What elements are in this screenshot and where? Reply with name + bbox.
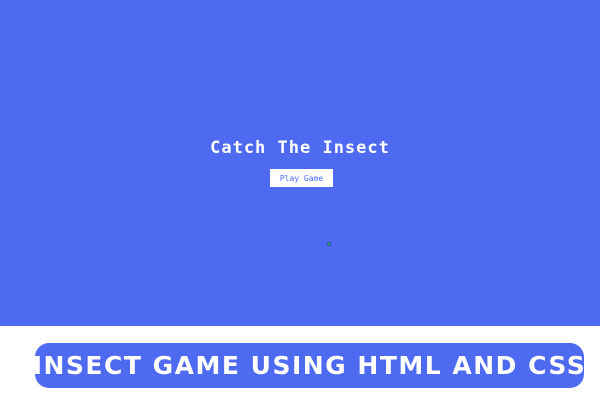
game-screen: Catch The Insect Play Game <box>0 0 600 326</box>
cursor-dot-icon <box>327 242 331 246</box>
banner-text: INSECT GAME USING HTML AND CSS <box>32 351 587 380</box>
title-banner: INSECT GAME USING HTML AND CSS <box>32 343 587 388</box>
play-game-button[interactable]: Play Game <box>270 169 333 187</box>
game-title: Catch The Insect <box>210 138 390 158</box>
